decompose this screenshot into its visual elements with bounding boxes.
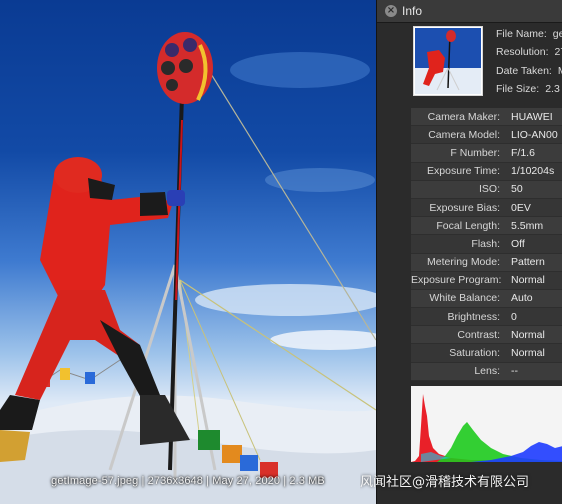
histogram-graph xyxy=(411,394,562,462)
color-histogram xyxy=(411,386,562,462)
exif-row-metering-mode: Metering Mode: Pattern xyxy=(411,254,562,272)
photo-thumbnail xyxy=(413,26,483,96)
file-summary: File Name:ge Resolution:27 Date Taken:M … xyxy=(377,24,562,102)
exif-value: 1/10204s xyxy=(511,165,555,178)
exif-row-white-balance: White Balance: Auto xyxy=(411,290,562,309)
info-titlebar: × Info xyxy=(377,0,562,23)
exif-row-camera-maker: Camera Maker: HUAWEI xyxy=(411,108,562,127)
info-panel: × Info File Name: ge Resolution: 27 Date T… xyxy=(376,0,562,504)
date-taken-row: Date Taken: M xyxy=(496,65,562,77)
photo-viewer[interactable]: getImage-57.jpeg | 2736x3648 | May 27, 2… xyxy=(0,0,376,504)
exif-row-exposure-time: Exposure Time: 1/10204s xyxy=(411,162,562,181)
resolution-label: Resolution: xyxy=(496,46,549,58)
exif-label: Exposure Program: xyxy=(411,274,502,287)
exif-label: ISO: xyxy=(478,183,500,196)
exif-value: Auto xyxy=(511,292,533,305)
exif-label: Metering Mode: xyxy=(427,256,500,269)
exif-table: Camera Maker: HUAWEI Camera Model: LIO-AN0… xyxy=(411,108,562,381)
exif-row-iso: ISO: 50 xyxy=(411,181,562,199)
exif-row-camera-model: Camera Model: LIO-AN00 xyxy=(411,126,562,145)
exif-value: Normal xyxy=(511,347,545,360)
file-size-label: File Size: xyxy=(496,83,540,95)
exif-value: Normal xyxy=(511,274,545,287)
exif-label: Exposure Bias: xyxy=(429,201,500,214)
resolution-row: Resolution: 27 xyxy=(496,46,562,58)
exif-value: HUAWEI xyxy=(511,110,553,123)
exif-label: Exposure Time: xyxy=(427,165,500,178)
exif-row-focal-length: Focal Length: 5.5mm xyxy=(411,217,562,236)
exif-row-saturation: Saturation: Normal xyxy=(411,344,562,363)
panel-title: Info xyxy=(402,4,423,18)
date-taken-label: Date Taken: xyxy=(496,65,552,77)
exif-row-f-number: F Number: F/1.6 xyxy=(411,144,562,163)
exif-value: Pattern xyxy=(511,256,545,269)
exif-label: Focal Length: xyxy=(436,219,500,232)
file-name-row: File Name: ge xyxy=(496,28,562,40)
exif-value: 0 xyxy=(511,310,517,323)
exif-label: Camera Maker: xyxy=(427,110,500,123)
exif-label: Saturation: xyxy=(449,347,500,360)
exif-label: Brightness: xyxy=(447,310,500,323)
exif-row-contrast: Contrast: Normal xyxy=(411,326,562,345)
image-caption: getImage-57.jpeg | 2736x3648 | May 27, 2… xyxy=(51,475,325,487)
file-name-label: File Name: xyxy=(496,28,547,40)
exif-row-brightness: Brightness: 0 xyxy=(411,308,562,327)
exif-label: Lens: xyxy=(474,365,500,378)
exif-value: Off xyxy=(511,237,525,250)
exif-row-flash: Flash: Off xyxy=(411,235,562,254)
exif-value: 5.5mm xyxy=(511,219,544,232)
close-icon[interactable]: × xyxy=(385,5,397,17)
exif-value: -- xyxy=(511,365,518,378)
exif-value: F/1.6 xyxy=(511,146,535,159)
exif-value: 50 xyxy=(511,183,523,196)
exif-value: LIO-AN00 xyxy=(511,128,558,141)
exif-label: Flash: xyxy=(471,237,500,250)
date-taken-value: M xyxy=(558,65,562,77)
exif-value: 0EV xyxy=(511,201,531,214)
exif-row-lens: Lens: -- xyxy=(411,363,562,381)
exif-value: Normal xyxy=(511,328,545,341)
exif-row-exposure-bias: Exposure Bias: 0EV xyxy=(411,198,562,218)
exif-row-exposure-program: Exposure Program: Normal xyxy=(411,271,562,290)
summit-photo xyxy=(0,32,376,504)
file-size-row: File Size: 2.3 xyxy=(496,83,560,95)
watermark-text: 风闻社区@滑稽技术有限公司 xyxy=(360,475,530,490)
resolution-value: 27 xyxy=(554,46,562,58)
file-name-value: ge xyxy=(552,28,562,40)
exif-label: White Balance: xyxy=(429,292,500,305)
exif-label: Camera Model: xyxy=(428,128,500,141)
file-size-value: 2.3 xyxy=(545,83,560,95)
exif-label: Contrast: xyxy=(457,328,500,341)
exif-label: F Number: xyxy=(450,146,500,159)
